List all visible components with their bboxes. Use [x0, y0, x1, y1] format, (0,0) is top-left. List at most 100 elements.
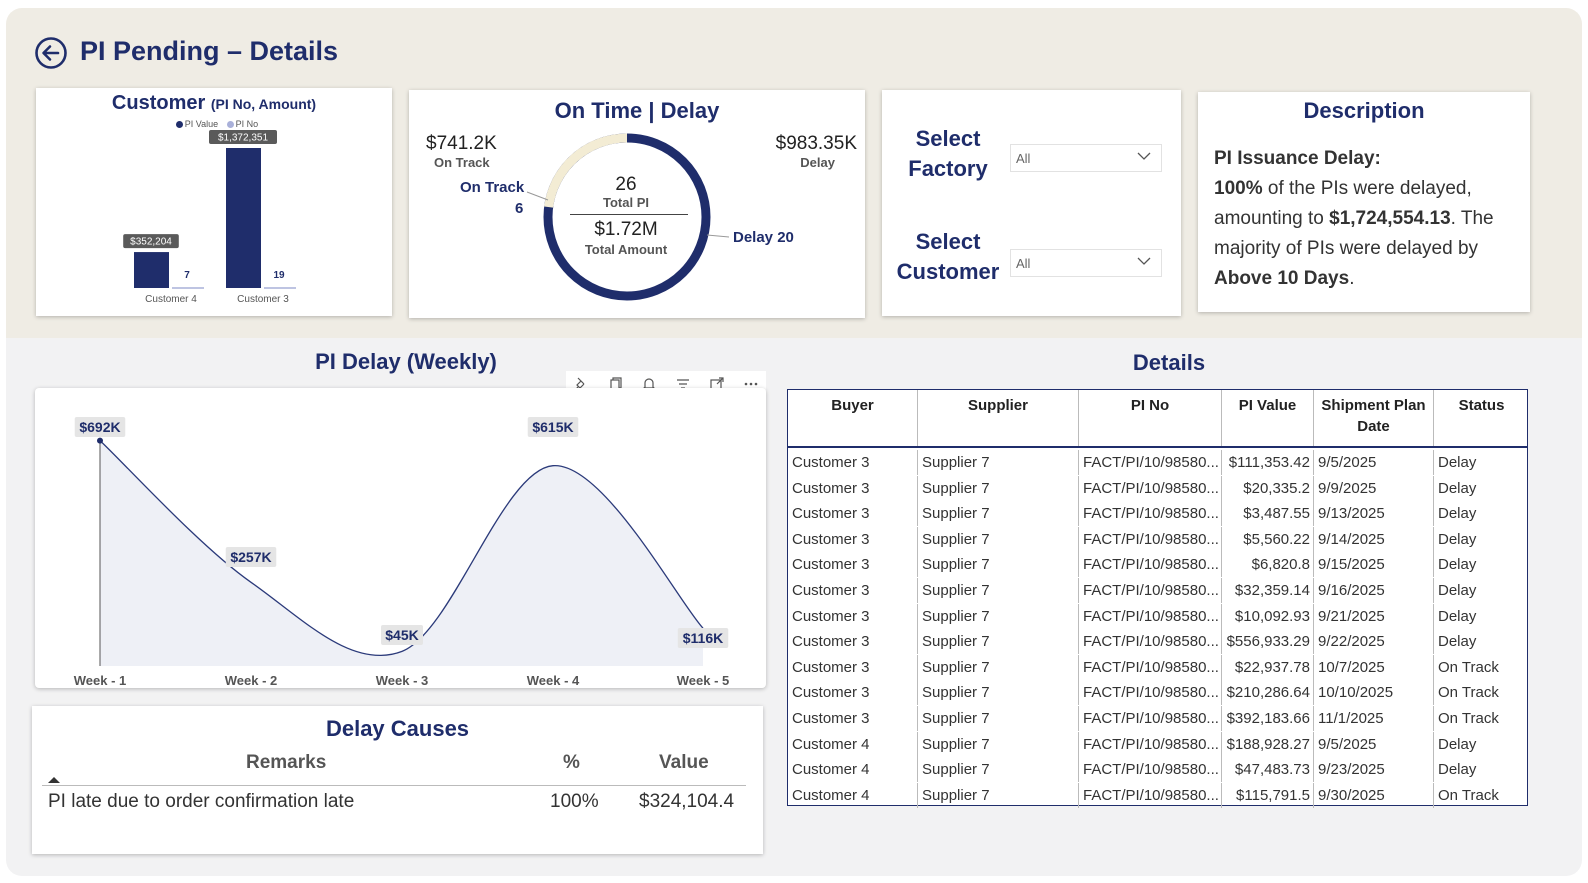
cell-pi-no: FACT/PI/10/98580... — [1079, 757, 1222, 783]
description-bucket: Above 10 Days — [1214, 268, 1350, 289]
cell-supplier: Supplier 7 — [918, 731, 1079, 757]
cell-status: Delay — [1438, 505, 1477, 523]
bar-count-label: 7 — [184, 270, 190, 281]
factory-dropdown[interactable]: All — [1010, 144, 1162, 172]
delay-causes-header-value[interactable]: Value — [659, 752, 709, 774]
bar-value-label: $352,204 — [130, 237, 172, 248]
on-time-delay-card[interactable]: On Time | Delay $741.2K On Track $983.35… — [409, 90, 865, 318]
table-row[interactable]: Customer 3 Supplier 7 FACT/PI/10/98580... $… — [788, 578, 1527, 603]
cell-supplier: Supplier 7 — [918, 603, 1079, 629]
cell-buyer: Customer 3 — [788, 680, 918, 706]
table-row[interactable]: Customer 3 Supplier 7 FACT/PI/10/98580... $… — [788, 552, 1527, 578]
cell-buyer: Customer 3 — [788, 578, 918, 603]
description-title: Description — [1303, 98, 1425, 123]
cell-shipment-date: 9/5/2025 — [1314, 450, 1434, 475]
details-header-status[interactable]: Status — [1434, 390, 1529, 446]
table-row[interactable]: Customer 3 Supplier 7 FACT/PI/10/98580... $… — [788, 680, 1527, 706]
factory-slicer-label-line2: Factory — [908, 156, 988, 181]
description-card: Description PI Issuance Delay: 100% of t… — [1198, 92, 1530, 312]
customer-chart-card[interactable]: Customer (PI No, Amount) PI Value PI No … — [36, 88, 392, 316]
total-divider — [570, 214, 688, 215]
cell-pi-value: $392,183.66 — [1222, 706, 1314, 731]
cell-status: Delay — [1438, 633, 1477, 651]
factory-dropdown-value: All — [1016, 151, 1031, 166]
customer-slicer-label-line1: Select — [915, 229, 981, 254]
description-text-3: . — [1349, 268, 1355, 289]
cell-status: On Track — [1438, 786, 1499, 804]
cell-supplier: Supplier 7 — [918, 450, 1079, 475]
customer-slicer-label-line2: Customer — [896, 259, 1000, 284]
table-row[interactable]: Customer 4 Supplier 7 FACT/PI/10/98580... $… — [788, 731, 1527, 757]
table-row[interactable]: Customer 3 Supplier 7 FACT/PI/10/98580... $… — [788, 706, 1527, 731]
bar-value-label: $1,372,351 — [218, 133, 268, 144]
cell-pi-value: $22,937.78 — [1222, 654, 1314, 680]
on-track-leader-line — [526, 191, 549, 201]
cell-status: On Track — [1438, 658, 1499, 676]
weekly-x-tick-label: Week - 1 — [74, 673, 127, 688]
details-header-buyer[interactable]: Buyer — [788, 390, 918, 446]
table-row[interactable]: Customer 3 Supplier 7 FACT/PI/10/98580... $… — [788, 654, 1527, 680]
customer-dropdown[interactable]: All — [1010, 249, 1162, 277]
cell-shipment-date: 9/5/2025 — [1314, 731, 1434, 757]
cell-pi-no: FACT/PI/10/98580... — [1079, 475, 1222, 501]
details-header-shipment-date[interactable]: Shipment Plan Date — [1314, 390, 1434, 446]
bar-pi-value — [226, 148, 261, 288]
details-table[interactable]: Buyer Supplier PI No PI Value Shipment Plan … — [787, 389, 1529, 808]
delay-causes-header-pct[interactable]: % — [563, 752, 580, 774]
details-header-pi-value[interactable]: PI Value — [1222, 390, 1314, 446]
cell-shipment-date: 9/13/2025 — [1314, 501, 1434, 527]
cell-pi-no: FACT/PI/10/98580... — [1079, 501, 1222, 527]
cell-pi-value: $115,791.5 — [1222, 782, 1314, 808]
cell-status: Delay — [1438, 454, 1477, 471]
chevron-down-icon — [1137, 152, 1151, 160]
back-arrow-icon[interactable] — [34, 36, 68, 70]
weekly-x-tick-label: Week - 2 — [225, 673, 278, 688]
cell-supplier: Supplier 7 — [918, 654, 1079, 680]
cell-supplier: Supplier 7 — [918, 501, 1079, 527]
table-row[interactable]: Customer 3 Supplier 7 FACT/PI/10/98580... $… — [788, 475, 1527, 501]
customer-bar-chart[interactable]: $352,2047Customer 4$1,372,35119Customer … — [36, 88, 392, 316]
delay-causes-row-value: $324,104.4 — [639, 791, 735, 812]
details-header-line — [788, 446, 1527, 448]
cell-supplier: Supplier 7 — [918, 578, 1079, 603]
total-amount-value: $1.72M — [594, 219, 658, 240]
cell-pi-value: $32,359.14 — [1222, 578, 1314, 603]
weekly-chart-title: PI Delay (Weekly) — [315, 349, 497, 374]
table-row[interactable]: Customer 3 Supplier 7 FACT/PI/10/98580... $… — [788, 629, 1527, 655]
weekly-chart-card[interactable]: $692K $257K $45K $615K $116K Week - 1 Week - 2… — [35, 388, 766, 688]
table-row[interactable]: Customer 4 Supplier 7 FACT/PI/10/98580... $… — [788, 782, 1527, 808]
cell-pi-no: FACT/PI/10/98580... — [1079, 603, 1222, 629]
weekly-data-label: $692K — [79, 419, 120, 435]
delay-causes-row-pct: 100% — [550, 791, 599, 812]
weekly-area-chart[interactable]: $692K $257K $45K $615K $116K Week - 1 Week - 2… — [35, 388, 766, 688]
cell-shipment-date: 9/22/2025 — [1314, 629, 1434, 655]
table-row[interactable]: Customer 3 Supplier 7 FACT/PI/10/98580... $… — [788, 501, 1527, 527]
cell-pi-value: $47,483.73 — [1222, 757, 1314, 783]
customer-dropdown-value: All — [1016, 256, 1031, 271]
cell-buyer: Customer 4 — [788, 757, 918, 783]
details-title: Details — [1132, 350, 1206, 375]
delay-causes-header-remarks[interactable]: Remarks — [246, 752, 326, 774]
cell-pi-no: FACT/PI/10/98580... — [1079, 578, 1222, 603]
table-row[interactable]: Customer 4 Supplier 7 FACT/PI/10/98580... $… — [788, 757, 1527, 783]
cell-buyer: Customer 3 — [788, 603, 918, 629]
cell-supplier: Supplier 7 — [918, 526, 1079, 552]
table-row[interactable]: Customer 3 Supplier 7 FACT/PI/10/98580... $… — [788, 450, 1527, 475]
factory-slicer-label-line1: Select — [915, 126, 981, 151]
sort-ascending-icon[interactable] — [47, 776, 61, 784]
table-row[interactable]: Customer 3 Supplier 7 FACT/PI/10/98580... $… — [788, 526, 1527, 552]
delay-causes-title: Delay Causes — [325, 716, 470, 741]
table-row[interactable]: Customer 3 Supplier 7 FACT/PI/10/98580... $… — [788, 603, 1527, 629]
cell-status: On Track — [1438, 684, 1499, 702]
description-pct: 100% — [1214, 178, 1263, 199]
cell-supplier: Supplier 7 — [918, 552, 1079, 578]
cell-buyer: Customer 3 — [788, 706, 918, 731]
cell-pi-value: $188,928.27 — [1222, 731, 1314, 757]
cell-supplier: Supplier 7 — [918, 475, 1079, 501]
cell-pi-value: $3,487.55 — [1222, 501, 1314, 527]
cell-shipment-date: 9/16/2025 — [1314, 578, 1434, 603]
details-header-pi-no[interactable]: PI No — [1079, 390, 1222, 446]
details-header-supplier[interactable]: Supplier — [918, 390, 1079, 446]
cell-pi-value: $10,092.93 — [1222, 603, 1314, 629]
factory-slicer-label: Select Factory — [888, 124, 1008, 184]
